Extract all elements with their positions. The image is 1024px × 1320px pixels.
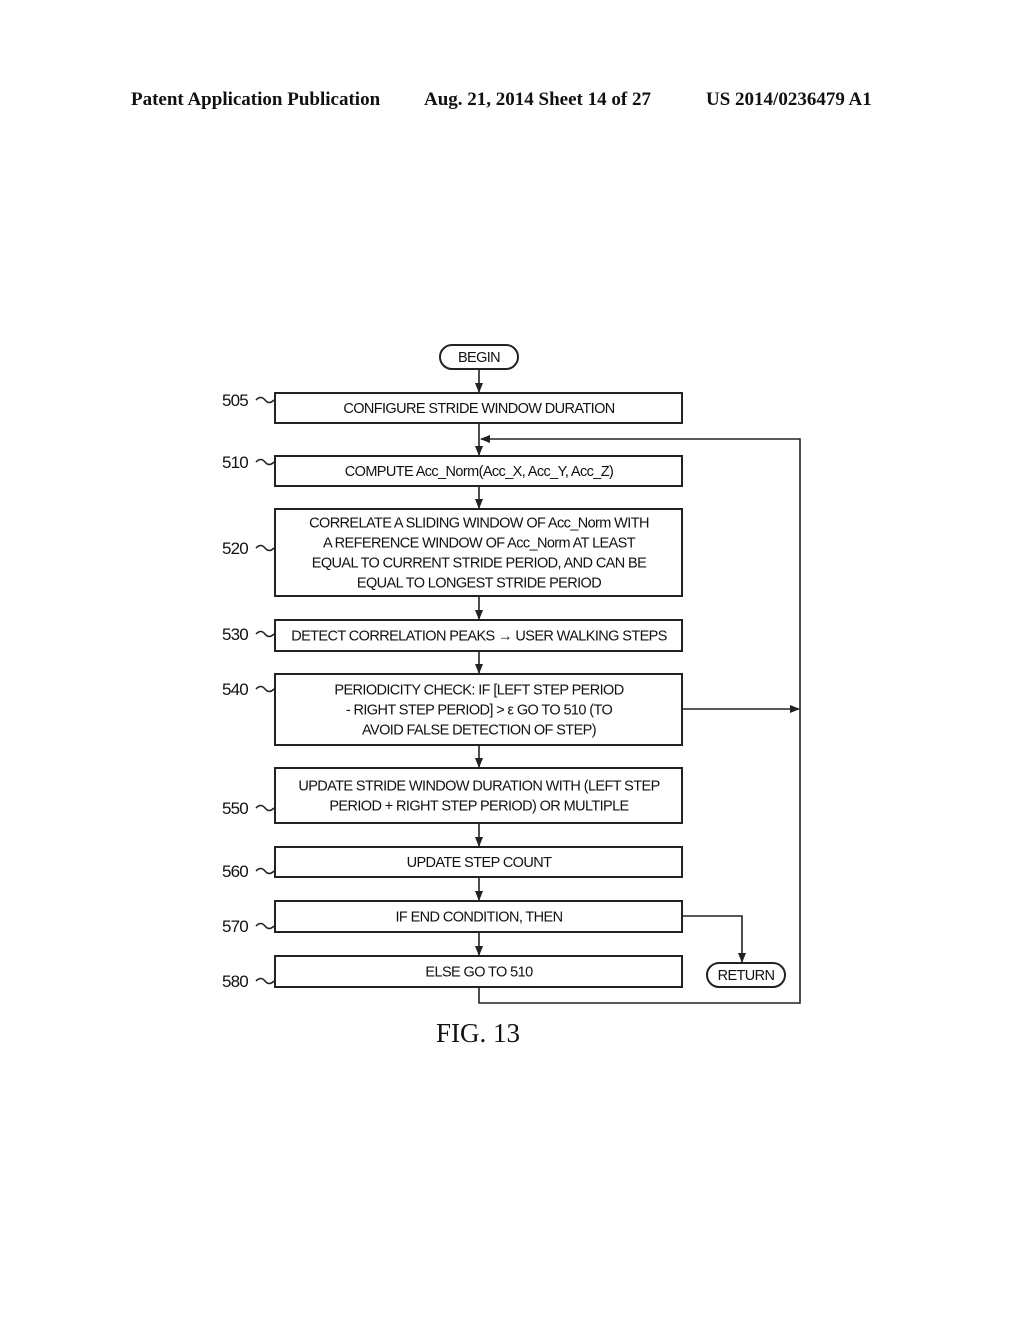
step-text-line: A REFERENCE WINDOW OF Acc_Norm AT LEAST	[323, 536, 636, 552]
step-text-line: IF END CONDITION, THEN	[396, 910, 563, 926]
step-560: UPDATE STEP COUNT 560	[222, 846, 683, 881]
leader-line	[255, 458, 275, 466]
arrow-570-return	[682, 915, 746, 963]
figure-label: FIG. 13	[436, 1018, 520, 1048]
step-520: CORRELATE A SLIDING WINDOW OF Acc_Norm W…	[222, 508, 683, 597]
step-text-line: UPDATE STEP COUNT	[407, 855, 552, 871]
step-text-line: EQUAL TO CURRENT STRIDE PERIOD, AND CAN …	[312, 556, 647, 572]
reference-numeral: 580	[222, 972, 248, 991]
step-box	[274, 767, 683, 824]
step-540: PERIODICITY CHECK: IF [LEFT STEP PERIOD -…	[222, 673, 683, 746]
step-text-line: CORRELATE A SLIDING WINDOW OF Acc_Norm W…	[309, 516, 649, 532]
step-text-line: PERIODICITY CHECK: IF [LEFT STEP PERIOD	[334, 683, 623, 699]
reference-numeral: 570	[222, 917, 248, 936]
step-510: COMPUTE Acc_Norm(Acc_X, Acc_Y, Acc_Z) 510	[222, 453, 683, 487]
reference-numeral: 560	[222, 862, 248, 881]
reference-numeral: 505	[222, 391, 248, 410]
return-terminal: RETURN	[706, 962, 786, 988]
step-text-line: DETECT CORRELATION PEAKS → USER WALKING …	[291, 629, 667, 645]
reference-numeral: 530	[222, 625, 248, 644]
begin-label: BEGIN	[458, 350, 500, 366]
leader-line	[255, 922, 275, 930]
step-text-line: PERIOD + RIGHT STEP PERIOD) OR MULTIPLE	[329, 799, 629, 815]
flowchart-figure-13: BEGIN RETURN CONFIGURE STRIDE WINDOW DUR…	[222, 344, 801, 1048]
leader-line	[255, 804, 275, 812]
reference-numeral: 540	[222, 680, 248, 699]
leader-line	[255, 396, 275, 404]
leader-line	[255, 867, 275, 875]
return-label: RETURN	[718, 968, 775, 984]
reference-numeral: 550	[222, 799, 248, 818]
leader-line	[255, 685, 275, 693]
leader-line	[255, 977, 275, 985]
step-text-line: ELSE GO TO 510	[425, 965, 533, 981]
leader-line	[255, 630, 275, 638]
step-text-line: EQUAL TO LONGEST STRIDE PERIOD	[357, 576, 601, 592]
reference-numeral: 510	[222, 453, 248, 472]
step-text-line: - RIGHT STEP PERIOD] > ε GO TO 510 (TO	[346, 703, 613, 719]
reference-numeral: 520	[222, 539, 248, 558]
begin-terminal: BEGIN	[439, 344, 519, 370]
step-580: ELSE GO TO 510 580	[222, 955, 683, 991]
step-530: DETECT CORRELATION PEAKS → USER WALKING …	[222, 619, 683, 652]
step-text-line: AVOID FALSE DETECTION OF STEP)	[362, 723, 596, 739]
step-570: IF END CONDITION, THEN 570	[222, 900, 683, 936]
leader-line	[255, 544, 275, 552]
step-550: UPDATE STRIDE WINDOW DURATION WITH (LEFT…	[222, 767, 683, 824]
step-text-line: COMPUTE Acc_Norm(Acc_X, Acc_Y, Acc_Z)	[345, 464, 613, 480]
step-505: CONFIGURE STRIDE WINDOW DURATION 505	[222, 391, 683, 424]
step-text-line: UPDATE STRIDE WINDOW DURATION WITH (LEFT…	[298, 779, 659, 795]
step-text-line: CONFIGURE STRIDE WINDOW DURATION	[343, 401, 614, 417]
